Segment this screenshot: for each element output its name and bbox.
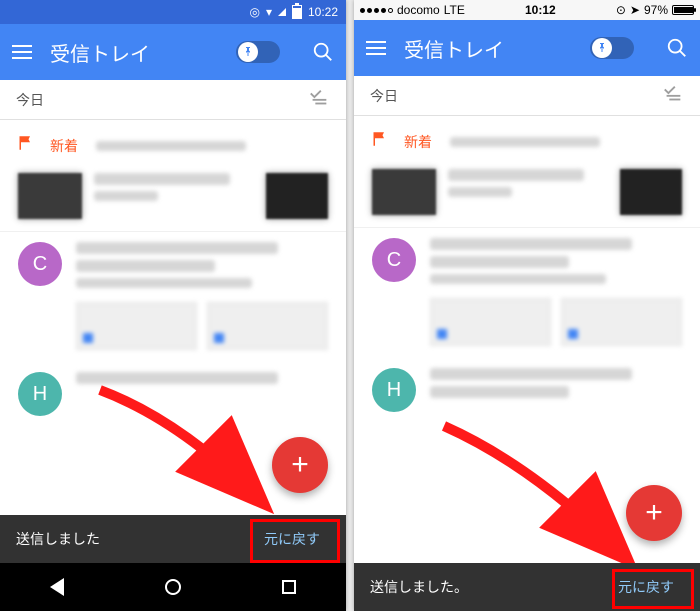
pin-toggle[interactable] xyxy=(236,41,280,63)
network-label: LTE xyxy=(444,3,465,17)
android-navbar xyxy=(0,563,346,611)
section-label: 今日 xyxy=(16,90,44,110)
status-bar: ◎ ▾ 10:22 xyxy=(0,0,346,24)
sweep-icon[interactable] xyxy=(308,87,330,112)
location-icon: ➤ xyxy=(630,3,640,17)
new-label: 新着 xyxy=(404,132,432,152)
message-preview xyxy=(430,238,682,284)
pin-icon xyxy=(592,38,612,58)
message-preview xyxy=(430,368,682,398)
new-cluster-header[interactable]: 新着 xyxy=(0,130,346,167)
plus-icon: + xyxy=(645,496,663,530)
inbox-content: 新着 C H + xyxy=(354,116,700,611)
message-preview xyxy=(76,242,328,288)
list-item[interactable] xyxy=(354,163,700,228)
cell-signal-icon xyxy=(278,8,286,16)
cast-icon: ◎ xyxy=(249,5,259,19)
list-item[interactable]: H xyxy=(0,362,346,416)
app-bar: 受信トレイ xyxy=(354,20,700,76)
plus-icon: + xyxy=(291,448,309,482)
avatar: H xyxy=(18,372,62,416)
pin-icon xyxy=(238,42,258,62)
avatar: C xyxy=(18,242,62,286)
nav-home-button[interactable] xyxy=(165,579,181,595)
app-bar: 受信トレイ xyxy=(0,24,346,80)
new-cluster-header[interactable]: 新着 xyxy=(354,126,700,163)
ios-screenshot: docomo LTE 10:12 ⊙ ➤ 97% 受信トレイ 今日 xyxy=(354,0,700,611)
thumbnail xyxy=(620,169,682,215)
battery-icon xyxy=(672,5,694,15)
section-label: 今日 xyxy=(370,86,398,106)
snackbar-message: 送信しました。 xyxy=(370,577,468,597)
wifi-icon: ▾ xyxy=(266,5,272,19)
thumbnail xyxy=(18,173,82,219)
search-button[interactable] xyxy=(312,41,334,63)
section-header: 今日 xyxy=(0,80,346,120)
menu-button[interactable] xyxy=(366,41,386,55)
flag-icon xyxy=(372,130,390,153)
android-screenshot: ◎ ▾ 10:22 受信トレイ 今日 新着 xyxy=(0,0,346,611)
thumbnail xyxy=(372,169,436,215)
search-button[interactable] xyxy=(666,37,688,59)
battery-percent: 97% xyxy=(644,3,668,17)
section-header: 今日 xyxy=(354,76,700,116)
alarm-icon: ⊙ xyxy=(616,3,626,17)
flag-icon xyxy=(18,134,36,157)
app-title: 受信トレイ xyxy=(50,38,218,67)
avatar: C xyxy=(372,238,416,282)
attachment-chips[interactable] xyxy=(0,298,346,362)
message-preview xyxy=(94,173,254,219)
attachment-chips[interactable] xyxy=(354,294,700,358)
compose-fab[interactable]: + xyxy=(272,437,328,493)
status-time: 10:12 xyxy=(465,3,616,17)
battery-icon xyxy=(292,5,302,19)
app-title: 受信トレイ xyxy=(404,34,572,63)
pin-toggle[interactable] xyxy=(590,37,634,59)
thumbnail xyxy=(266,173,328,219)
list-item[interactable] xyxy=(0,167,346,232)
status-bar: docomo LTE 10:12 ⊙ ➤ 97% xyxy=(354,0,700,20)
annotation-highlight xyxy=(250,519,340,563)
message-preview xyxy=(448,169,608,215)
avatar: H xyxy=(372,368,416,412)
nav-back-button[interactable] xyxy=(50,578,64,596)
carrier-label: docomo xyxy=(397,3,440,17)
nav-recents-button[interactable] xyxy=(282,580,296,594)
status-time: 10:22 xyxy=(308,5,338,19)
list-item[interactable]: C xyxy=(354,228,700,294)
list-item[interactable]: C xyxy=(0,232,346,298)
cell-signal-icon xyxy=(360,8,393,13)
list-item[interactable]: H xyxy=(354,358,700,422)
menu-button[interactable] xyxy=(12,45,32,59)
message-preview xyxy=(76,372,328,384)
compose-fab[interactable]: + xyxy=(626,485,682,541)
snackbar-message: 送信しました xyxy=(16,529,100,549)
sweep-icon[interactable] xyxy=(662,83,684,108)
annotation-highlight xyxy=(612,569,694,609)
new-label: 新着 xyxy=(50,136,78,156)
